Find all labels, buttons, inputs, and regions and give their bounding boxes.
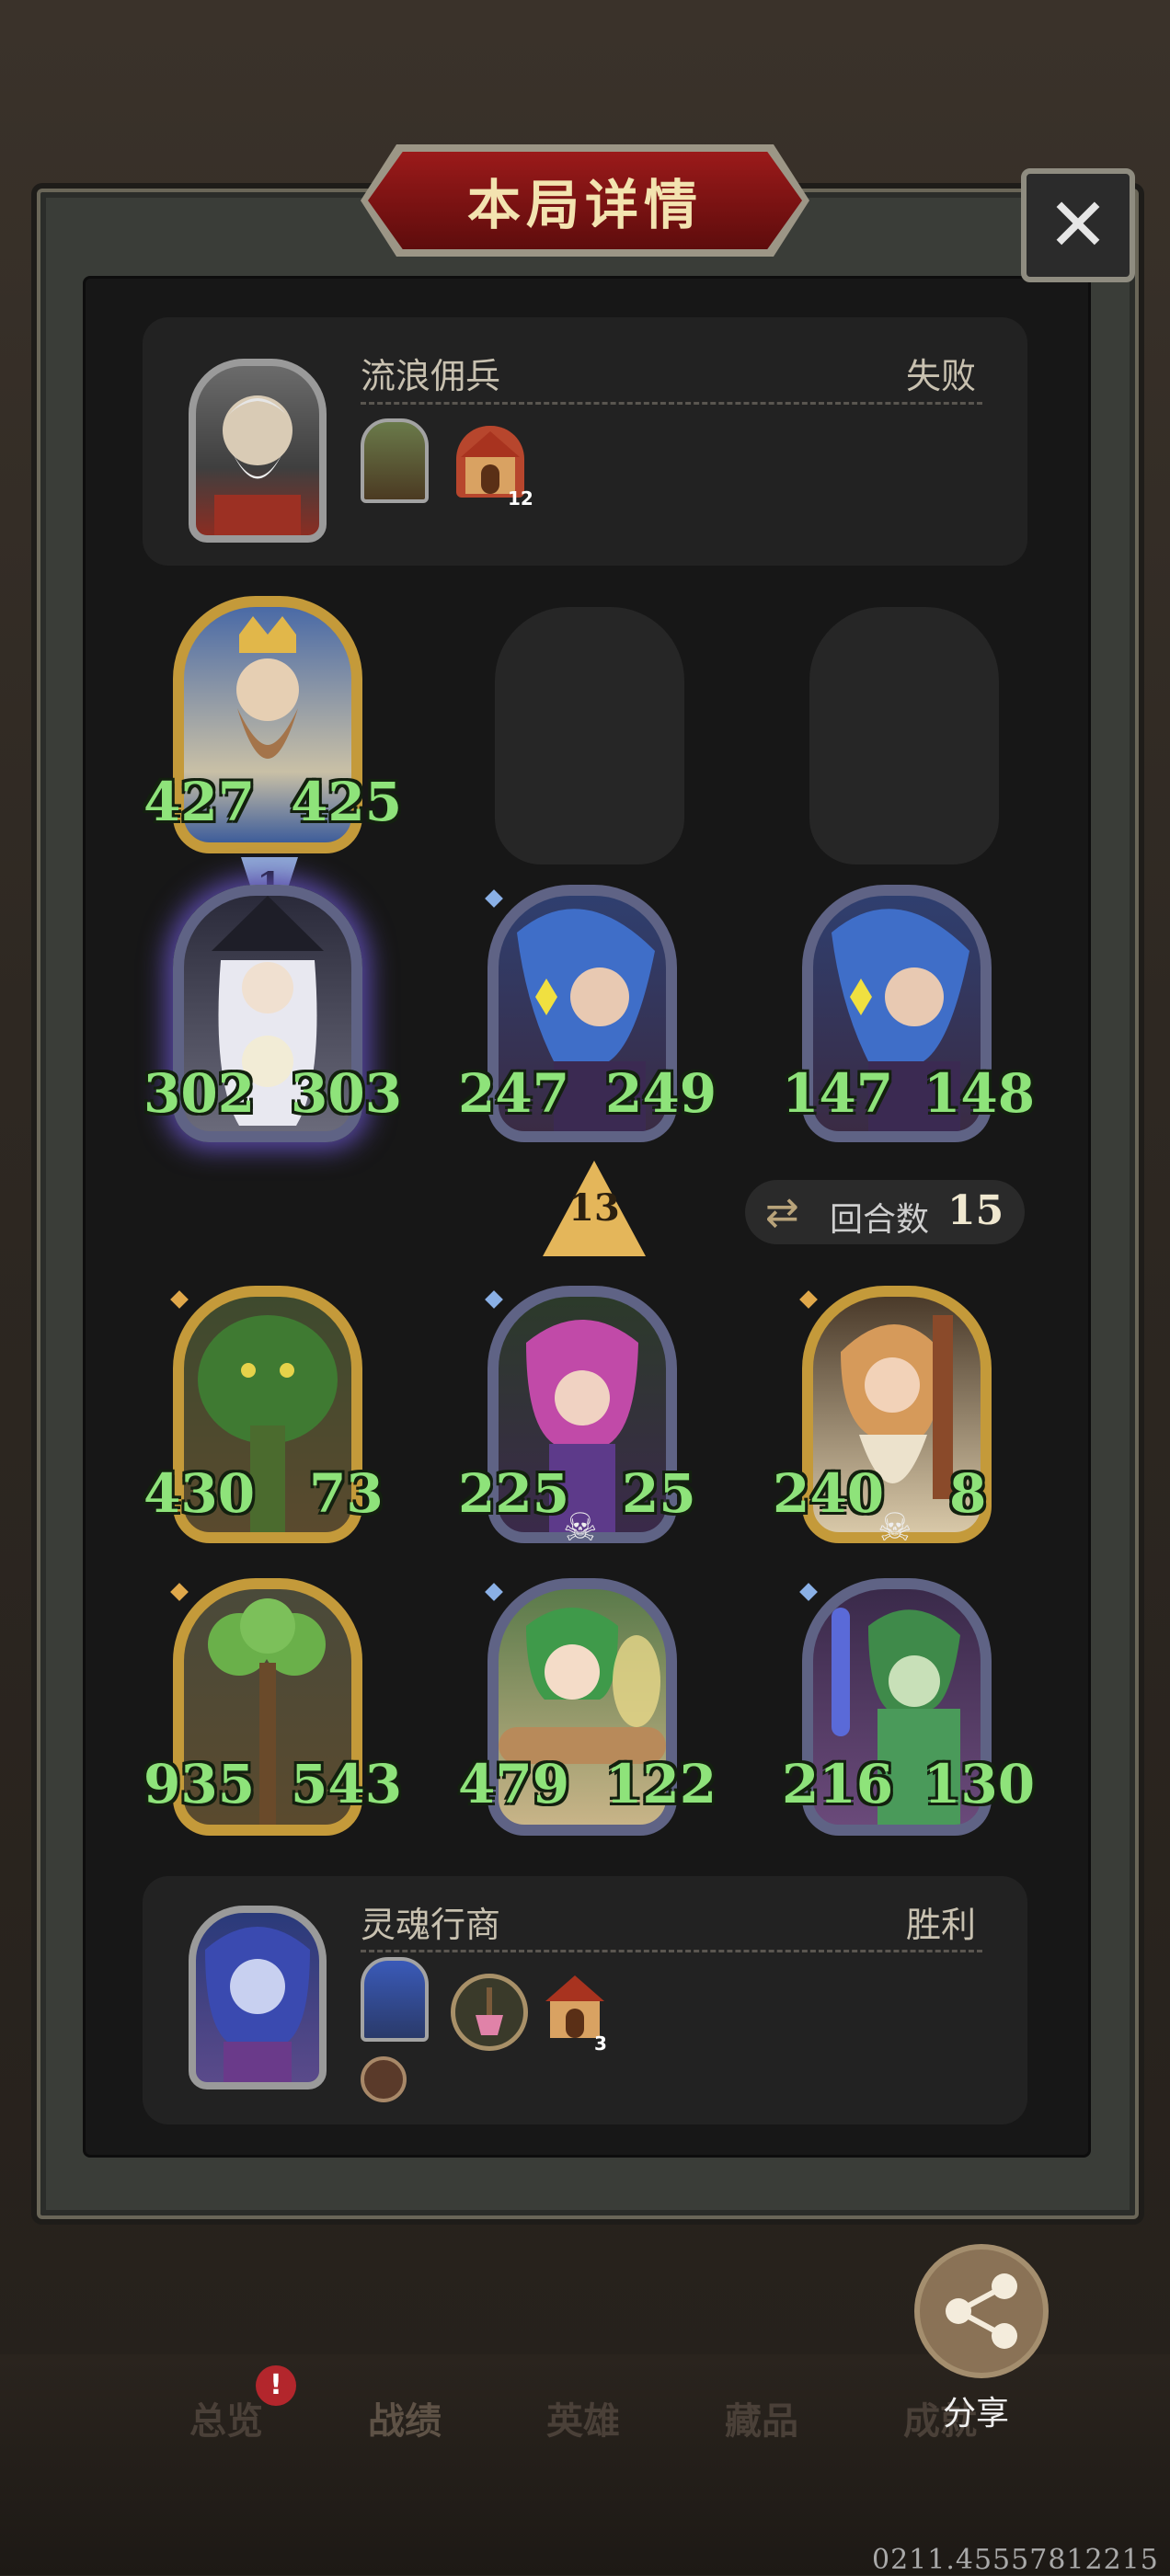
minion-health: 130 bbox=[923, 1753, 1036, 1815]
minion-health: 249 bbox=[605, 1062, 717, 1125]
minion-attack: 479 bbox=[458, 1753, 570, 1815]
minion-attack: 302 bbox=[143, 1062, 256, 1125]
minion-health: 122 bbox=[605, 1753, 717, 1815]
player-portrait[interactable] bbox=[189, 1906, 327, 2089]
notification-badge: ! bbox=[256, 2365, 296, 2406]
opponent-hero-power-icon[interactable] bbox=[361, 418, 429, 503]
minion-health: 303 bbox=[291, 1062, 403, 1125]
player-name: 灵魂行商 bbox=[361, 1905, 501, 1945]
empty-slot bbox=[495, 607, 684, 864]
minion-health: 425 bbox=[291, 771, 403, 833]
minion-attack: 427 bbox=[143, 771, 256, 833]
minion-health: 25 bbox=[622, 1462, 696, 1525]
minion-attack: 935 bbox=[143, 1753, 256, 1815]
minion-health: 73 bbox=[309, 1462, 384, 1525]
opponent-name: 流浪佣兵 bbox=[361, 356, 501, 396]
divider bbox=[361, 402, 982, 405]
minion-attack: 240 bbox=[773, 1462, 885, 1525]
minion-attack: 430 bbox=[143, 1462, 256, 1525]
minion-attack: 225 bbox=[458, 1462, 570, 1525]
player-result: 胜利 bbox=[906, 1905, 977, 1945]
opponent-portrait[interactable] bbox=[189, 359, 327, 543]
share-icon bbox=[946, 2273, 1017, 2349]
house-count: 12 bbox=[508, 487, 533, 509]
turn-label: 回合数 bbox=[830, 1201, 930, 1239]
close-button[interactable]: ✕ bbox=[1021, 168, 1135, 282]
share-button[interactable] bbox=[914, 2244, 1049, 2378]
tab-collection[interactable]: 藏品 bbox=[725, 2391, 798, 2444]
title-banner: 本局详情 bbox=[368, 152, 802, 249]
empty-slot bbox=[809, 607, 999, 864]
version-label: 0211.45557812215 bbox=[872, 2544, 1159, 2576]
opponent-result: 失败 bbox=[906, 356, 977, 396]
divider bbox=[361, 1950, 982, 1952]
soul-merchant-icon bbox=[205, 1927, 310, 2082]
close-icon: ✕ bbox=[1047, 182, 1109, 268]
tab-heroes[interactable]: 英雄 bbox=[546, 2391, 620, 2444]
old-mercenary-icon bbox=[214, 395, 301, 535]
page-title: 本局详情 bbox=[466, 174, 703, 236]
minion-attack: 216 bbox=[782, 1753, 894, 1815]
house-count: 3 bbox=[594, 2032, 607, 2055]
minion-health: 543 bbox=[291, 1753, 403, 1815]
skull-icon: ☠ bbox=[878, 1505, 912, 1550]
house-icon[interactable] bbox=[541, 1970, 609, 2042]
turn-counter: ⇄ 回合数 15 bbox=[745, 1180, 1025, 1244]
shovel-relic-icon[interactable] bbox=[451, 1974, 528, 2051]
share-label: 分享 bbox=[943, 2395, 1010, 2433]
minion-health: 8 bbox=[949, 1462, 987, 1525]
skull-icon: ☠ bbox=[563, 1505, 598, 1550]
arrow-value: 13 bbox=[568, 1186, 620, 1230]
turn-value: 15 bbox=[947, 1187, 1004, 1234]
player-hero-power-icon[interactable] bbox=[361, 1957, 429, 2042]
tab-records[interactable]: 战绩 bbox=[368, 2391, 442, 2444]
minion-attack: 247 bbox=[458, 1062, 570, 1125]
minion-attack: 147 bbox=[782, 1062, 894, 1125]
minion-health: 148 bbox=[923, 1062, 1036, 1125]
tab-overview[interactable]: 总览 bbox=[189, 2391, 263, 2444]
refresh-icon: ⇄ bbox=[765, 1189, 799, 1236]
bowl-relic-icon[interactable] bbox=[361, 2056, 407, 2102]
